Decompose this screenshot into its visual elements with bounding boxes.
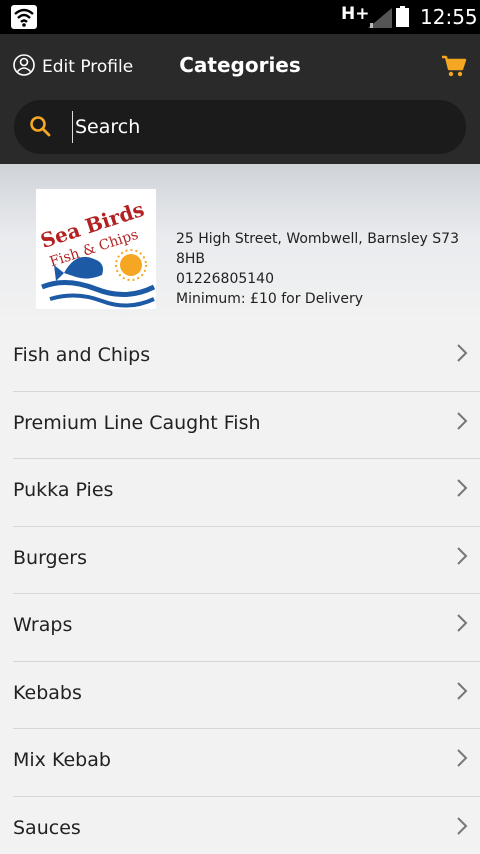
category-item-fish-and-chips[interactable]: Fish and Chips bbox=[13, 324, 480, 392]
category-item-kebabs[interactable]: Kebabs bbox=[13, 662, 480, 729]
restaurant-address: 25 High Street, Wombwell, Barnsley S73 8… bbox=[176, 231, 459, 267]
category-item-mix-kebab[interactable]: Mix Kebab bbox=[13, 729, 480, 797]
category-label: Premium Line Caught Fish bbox=[13, 411, 261, 434]
search-input[interactable] bbox=[72, 111, 442, 143]
page-title: Categories bbox=[179, 53, 301, 77]
wifi-icon bbox=[11, 5, 37, 33]
search-bar bbox=[14, 100, 466, 154]
category-label: Wraps bbox=[13, 614, 73, 636]
cart-icon[interactable] bbox=[441, 54, 467, 82]
restaurant-logo: Sea Birds Fish & Chips bbox=[36, 189, 156, 309]
chevron-right-icon bbox=[456, 411, 468, 435]
category-label: Sauces bbox=[13, 816, 81, 839]
category-item-pukka-pies[interactable]: Pukka Pies bbox=[13, 459, 480, 527]
category-item-premium-line-caught-fish[interactable]: Premium Line Caught Fish bbox=[13, 392, 480, 459]
chevron-right-icon bbox=[456, 546, 468, 570]
chevron-right-icon bbox=[456, 816, 468, 840]
app-header: Edit Profile Categories bbox=[0, 34, 480, 164]
category-label: Kebabs bbox=[13, 681, 82, 704]
chevron-right-icon bbox=[456, 681, 468, 705]
category-label: Burgers bbox=[13, 546, 88, 569]
restaurant-banner: Sea Birds Fish & Chips 25 High Street, W… bbox=[0, 164, 480, 324]
category-label: Fish and Chips bbox=[13, 344, 151, 366]
restaurant-phone: 01226805140 bbox=[176, 271, 274, 287]
chevron-right-icon bbox=[456, 343, 468, 367]
category-item-wraps[interactable]: Wraps bbox=[13, 594, 480, 662]
category-list: Fish and Chips Premium Line Caught Fish … bbox=[0, 324, 480, 854]
category-item-burgers[interactable]: Burgers bbox=[13, 527, 480, 594]
chevron-right-icon bbox=[456, 748, 468, 772]
delivery-minimum: Minimum: £10 for Delivery bbox=[176, 291, 364, 307]
status-bar: H+ 12:55 bbox=[0, 0, 480, 34]
clock: 12:55 bbox=[420, 5, 478, 29]
network-type: H+ bbox=[341, 4, 370, 24]
restaurant-info: 25 High Street, Wombwell, Barnsley S73 8… bbox=[176, 229, 480, 309]
category-item-sauces[interactable]: Sauces bbox=[13, 797, 480, 854]
chevron-right-icon bbox=[456, 478, 468, 502]
category-label: Pukka Pies bbox=[13, 479, 114, 501]
battery-icon bbox=[396, 6, 409, 31]
signal-icon bbox=[368, 8, 392, 32]
search-icon bbox=[28, 114, 52, 142]
chevron-right-icon bbox=[456, 613, 468, 637]
category-label: Mix Kebab bbox=[13, 749, 111, 771]
